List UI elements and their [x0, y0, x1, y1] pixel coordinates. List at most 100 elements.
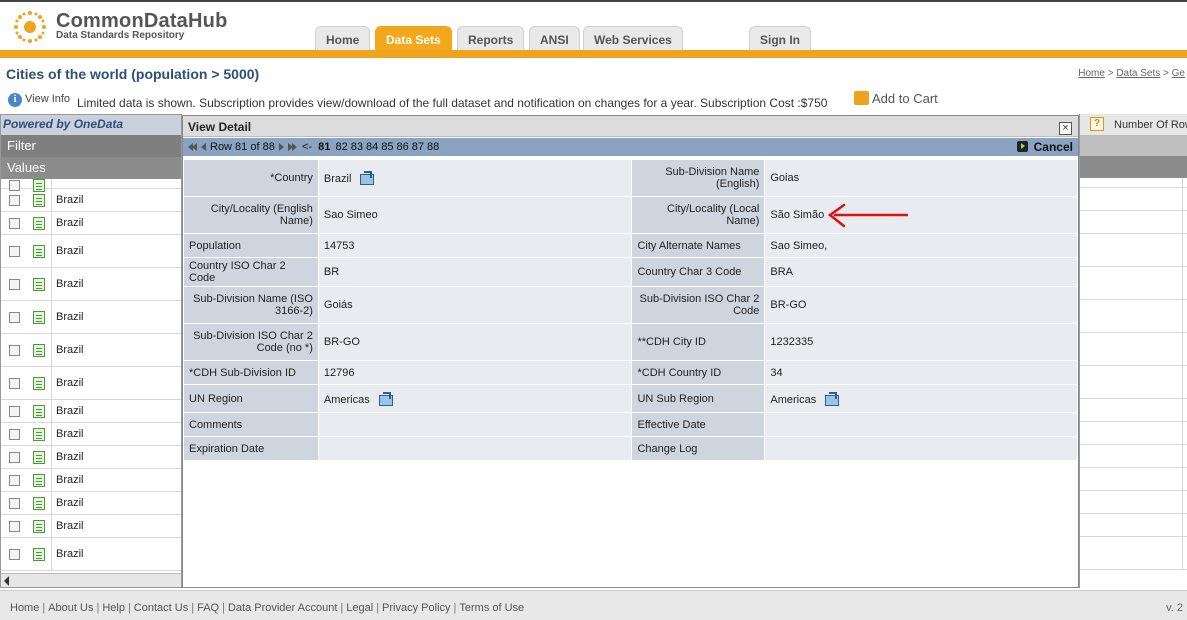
footer-link[interactable]: Legal [346, 602, 373, 614]
table-row[interactable]: Brazil [1, 538, 181, 571]
next-record-icon[interactable] [279, 143, 284, 151]
tab-sign-in[interactable]: Sign In [749, 26, 811, 51]
view-record-icon[interactable] [33, 428, 45, 441]
tab-web-services[interactable]: Web Services [583, 26, 683, 51]
view-record-icon[interactable] [33, 474, 45, 487]
view-record-icon[interactable] [33, 245, 45, 258]
footer-link[interactable]: About Us [48, 602, 93, 614]
lookup-link-icon[interactable] [824, 391, 840, 406]
table-row[interactable]: Brazil [1, 469, 181, 492]
cell-divider [1182, 333, 1183, 365]
horizontal-scrollbar[interactable] [1, 573, 181, 587]
cell-divider [51, 469, 52, 491]
page-link[interactable]: 87 [412, 141, 424, 153]
field-value-text: Americas [323, 393, 370, 406]
previous-pages-link[interactable]: <- [302, 141, 312, 153]
row-checkbox[interactable] [9, 378, 20, 389]
table-row[interactable]: Brazil [1, 446, 181, 469]
field-label: Sub-Division Name (ISO 3166-2) [183, 286, 319, 324]
cell-divider [51, 538, 52, 570]
cart-icon[interactable] [854, 91, 869, 105]
page-link[interactable]: 82 [335, 141, 347, 153]
view-record-icon[interactable] [33, 405, 45, 418]
row-checkbox[interactable] [9, 549, 20, 560]
detail-row: City/Locality (English Name) Sao Simeo Cit… [183, 196, 1078, 234]
help-icon[interactable]: ? [1090, 117, 1104, 131]
last-record-icon-2[interactable] [292, 143, 297, 151]
row-checkbox[interactable] [9, 406, 20, 417]
view-record-icon[interactable] [33, 217, 45, 230]
view-record-icon[interactable] [33, 377, 45, 390]
view-record-icon[interactable] [33, 194, 45, 207]
row-checkbox[interactable] [9, 195, 20, 206]
page-link[interactable]: 86 [396, 141, 408, 153]
footer-link[interactable]: Privacy Policy [382, 602, 450, 614]
footer-link[interactable]: Data Provider Account [228, 602, 337, 614]
row-checkbox[interactable] [9, 246, 20, 257]
footer-link[interactable]: Home [10, 602, 39, 614]
view-record-icon[interactable] [33, 520, 45, 533]
cancel-icon[interactable] [1017, 141, 1028, 152]
table-row[interactable]: Brazil [1, 423, 181, 446]
breadcrumb-data-sets[interactable]: Data Sets [1116, 68, 1160, 79]
row-checkbox[interactable] [9, 475, 20, 486]
row-checkbox[interactable] [9, 345, 20, 356]
footer-link[interactable]: FAQ [197, 602, 219, 614]
tab-reports[interactable]: Reports [457, 26, 525, 51]
footer-link[interactable]: Terms of Use [459, 602, 524, 614]
view-record-icon[interactable] [33, 311, 45, 324]
tab-home[interactable]: Home [315, 26, 371, 51]
breadcrumb-current[interactable]: Ge [1172, 68, 1185, 79]
first-record-icon-2[interactable] [192, 143, 197, 151]
view-record-icon[interactable] [33, 344, 45, 357]
table-row[interactable]: Brazil [1, 334, 181, 367]
row-checkbox[interactable] [9, 521, 20, 532]
view-record-icon[interactable] [33, 497, 45, 510]
table-row[interactable]: Brazil [1, 492, 181, 515]
filter-header[interactable]: Filter [1, 135, 181, 157]
row-checkbox[interactable] [9, 312, 20, 323]
field-value: Goiás [317, 286, 633, 324]
table-row[interactable] [1, 179, 181, 192]
table-row[interactable]: Brazil [1, 235, 181, 268]
lookup-link-icon[interactable] [378, 391, 393, 406]
tab-ansi[interactable]: ANSI [529, 26, 580, 51]
table-row[interactable]: Brazil [1, 367, 181, 400]
page-link[interactable]: 83 [351, 141, 363, 153]
row-checkbox[interactable] [9, 498, 20, 509]
table-row[interactable]: Brazil [1, 515, 181, 538]
page-link[interactable]: 85 [381, 141, 393, 153]
page-link[interactable]: 88 [427, 141, 439, 153]
scroll-left-icon[interactable] [4, 576, 9, 586]
table-row[interactable]: Brazil [1, 212, 181, 235]
country-cell: Brazil [56, 451, 84, 463]
footer-link[interactable]: Help [102, 602, 125, 614]
row-checkbox[interactable] [9, 429, 20, 440]
footer-link[interactable]: Contact Us [134, 602, 188, 614]
view-record-icon[interactable] [33, 548, 45, 561]
row-checkbox[interactable] [9, 279, 20, 290]
add-to-cart-link[interactable]: Add to Cart [872, 91, 938, 106]
lookup-link-icon[interactable] [359, 171, 375, 185]
view-record-icon[interactable] [33, 451, 45, 464]
table-row[interactable]: Brazil [1, 268, 181, 301]
view-record-icon[interactable] [33, 278, 45, 291]
cancel-button[interactable]: Cancel [1034, 140, 1073, 154]
view-info-link[interactable]: View Info [25, 93, 70, 105]
country-cell: Brazil [56, 520, 84, 532]
dialog-title-bar[interactable]: View Detail × [183, 116, 1078, 137]
field-value-text: São Simão [770, 209, 825, 221]
close-icon[interactable]: × [1059, 122, 1072, 135]
powered-by-label[interactable]: Powered by OneData [1, 115, 181, 135]
row-checkbox[interactable] [9, 452, 20, 463]
info-icon[interactable]: i [8, 93, 22, 107]
previous-record-icon[interactable] [201, 143, 206, 151]
cell-divider [1182, 491, 1183, 513]
table-row[interactable]: Brazil [1, 400, 181, 423]
table-row[interactable]: Brazil [1, 301, 181, 334]
breadcrumb-home[interactable]: Home [1078, 68, 1105, 79]
tab-data-sets[interactable]: Data Sets [375, 26, 452, 51]
page-link[interactable]: 84 [366, 141, 378, 153]
row-checkbox[interactable] [9, 218, 20, 229]
table-row[interactable]: Brazil [1, 189, 181, 212]
